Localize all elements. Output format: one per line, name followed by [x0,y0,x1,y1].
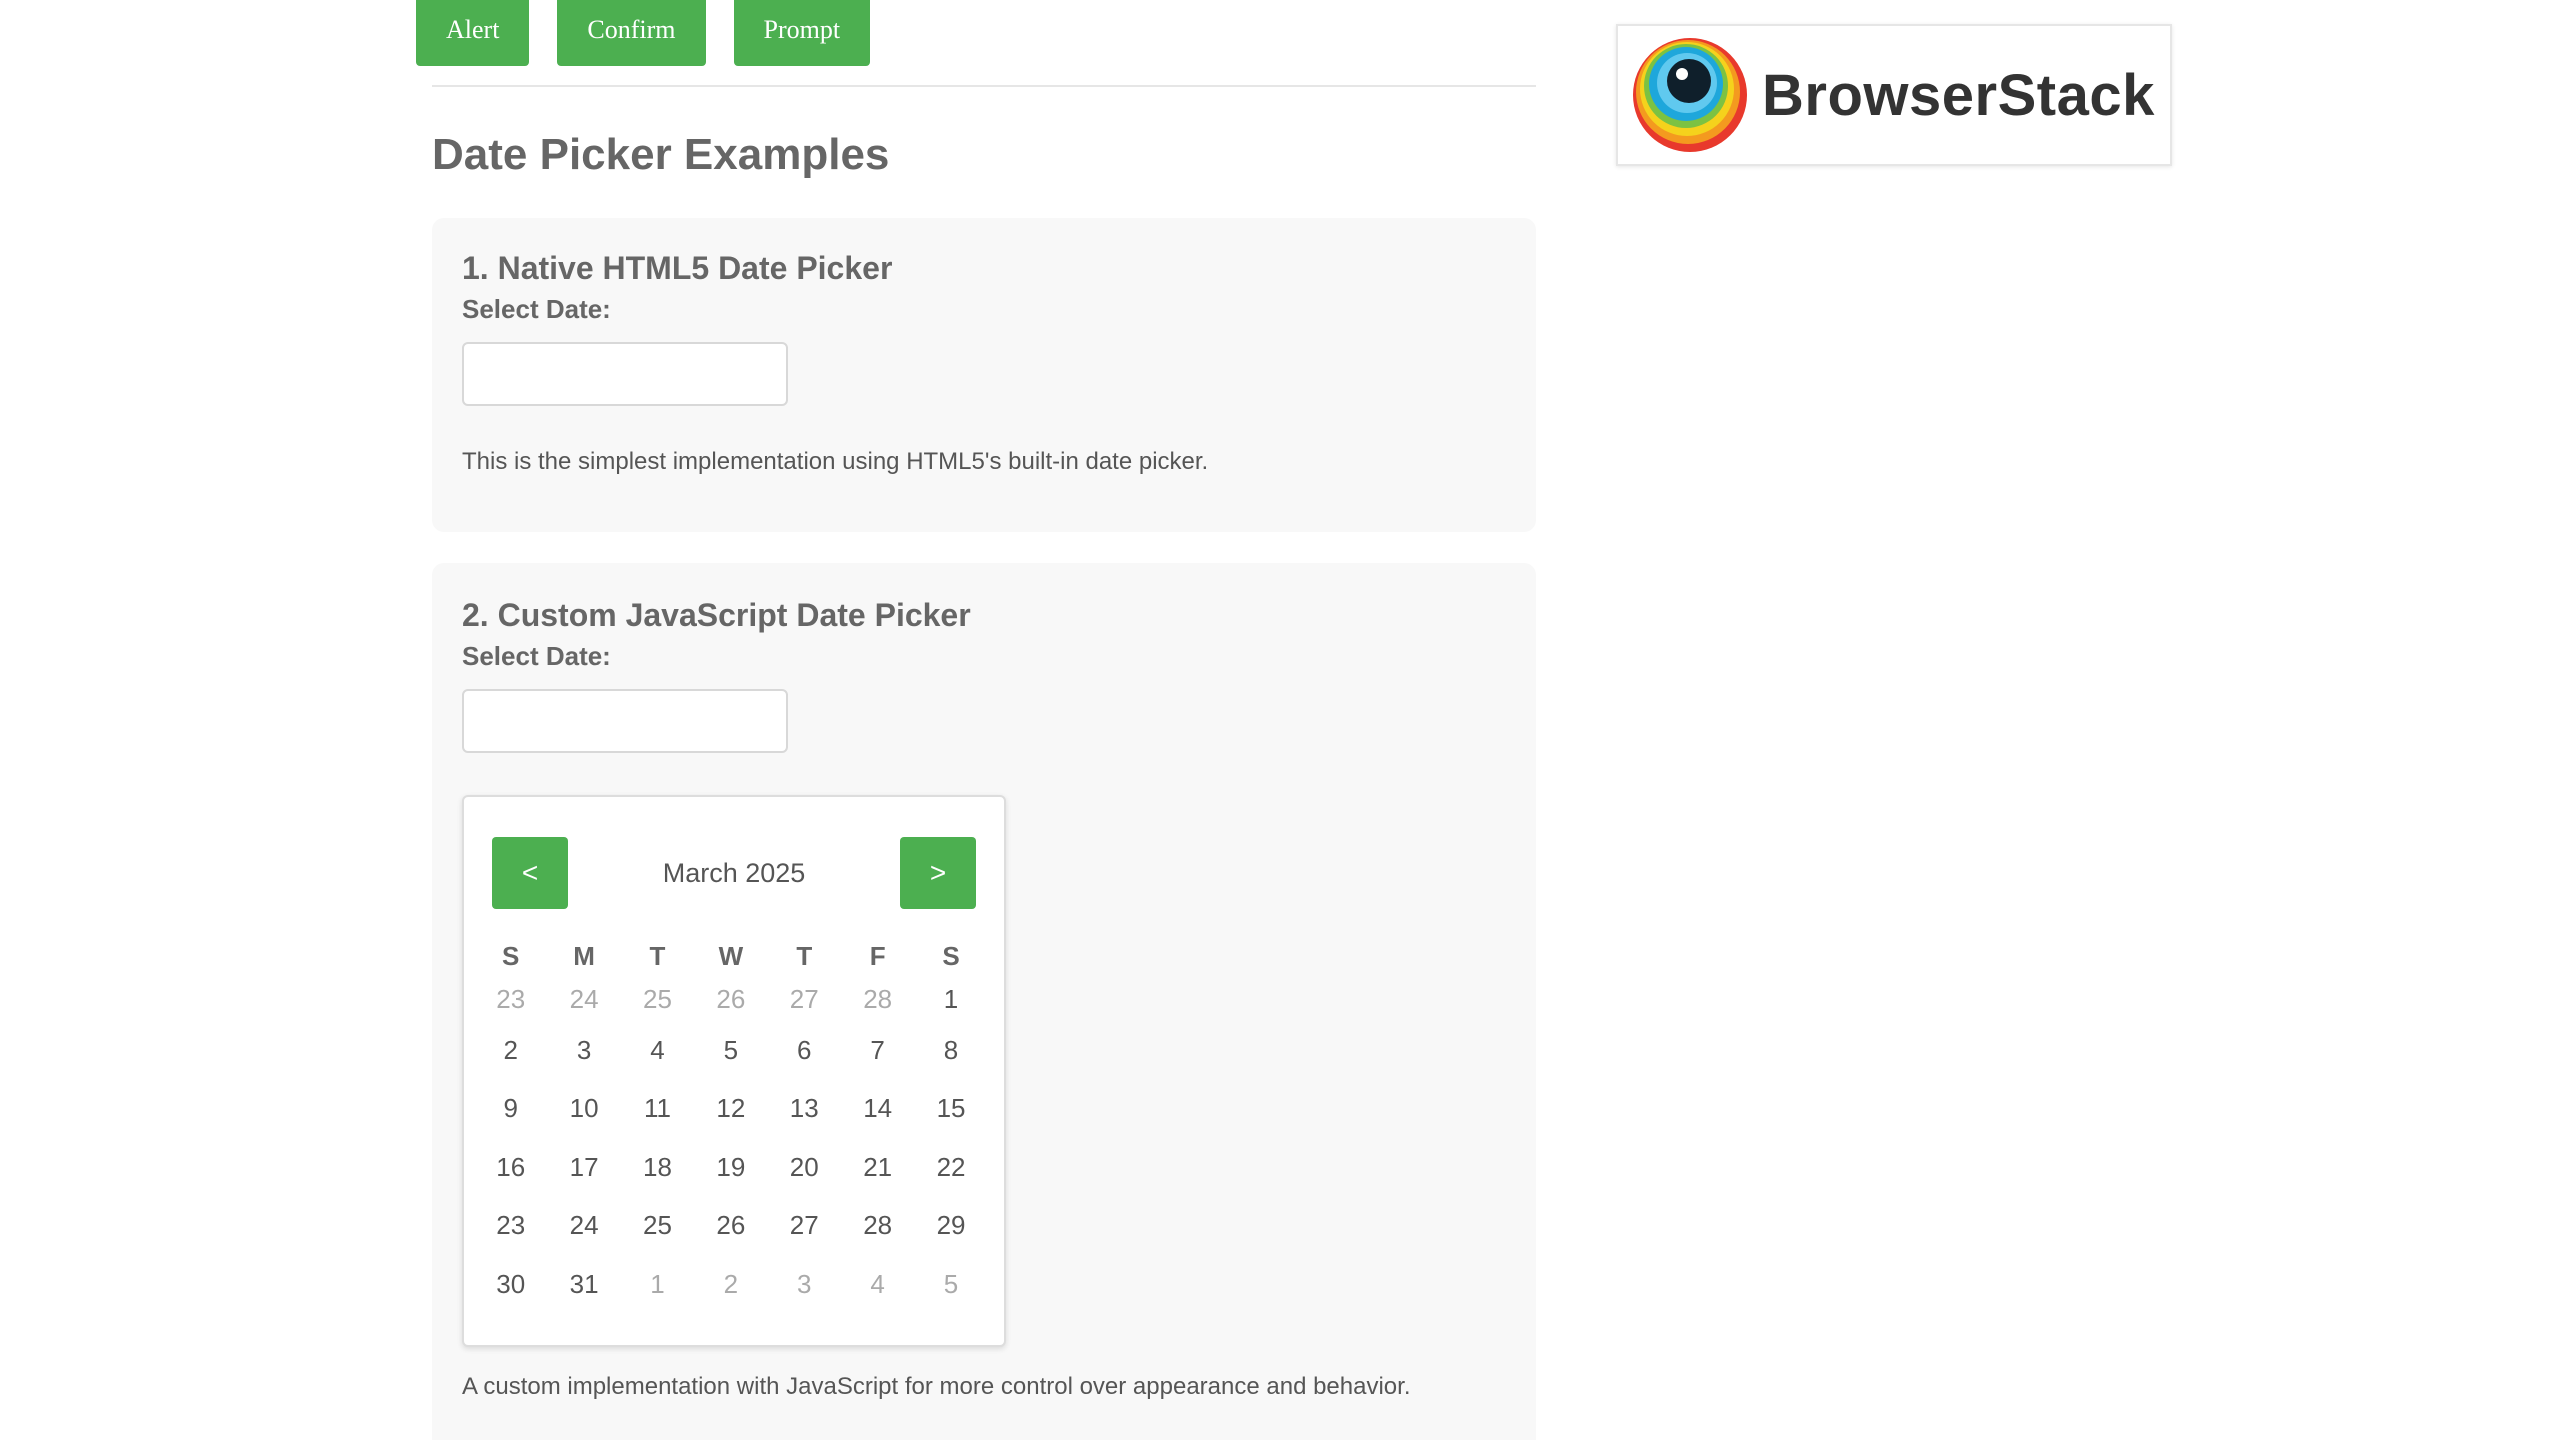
custom-date-input[interactable] [462,689,788,753]
native-date-picker-section: 1. Native HTML5 Date Picker Select Date:… [432,218,1536,532]
calendar-day[interactable]: 7 [841,1021,914,1080]
confirm-button[interactable]: Confirm [557,0,706,66]
calendar-day[interactable]: 21 [841,1138,914,1197]
calendar-weekday-header: SMTWTFS [474,935,988,977]
calendar-day-other-month[interactable]: 4 [841,1255,914,1314]
custom-date-picker-section: 2. Custom JavaScript Date Picker Select … [432,563,1536,1440]
weekday-header-cell: M [573,940,595,971]
page: Alert Confirm Prompt Date Picker Example… [0,0,2560,1440]
browserstack-logo-text: BrowserStack [1762,62,2155,128]
calendar-day[interactable]: 8 [914,1021,987,1080]
calendar-day-other-month[interactable]: 24 [547,977,620,1021]
weekday-header-cell: T [796,940,813,971]
weekday-header-cell: F [869,940,886,971]
divider [432,85,1536,87]
section-description: A custom implementation with JavaScript … [462,1373,1411,1400]
section-title: 2. Custom JavaScript Date Picker [462,597,971,633]
dialog-buttons-bar: Alert Confirm Prompt [416,0,871,66]
calendar-day-other-month[interactable]: 27 [768,977,841,1021]
calendar-day-other-month[interactable]: 25 [621,977,694,1021]
calendar-day[interactable]: 13 [768,1080,841,1139]
calendar-day[interactable]: 23 [474,1197,547,1256]
calendar-day-other-month[interactable]: 23 [474,977,547,1021]
calendar-day[interactable]: 9 [474,1080,547,1139]
alert-button[interactable]: Alert [416,0,530,66]
browserstack-logo-icon [1633,38,1747,152]
select-date-label: Select Date: [462,641,611,671]
weekday-header-cell: S [502,940,520,971]
calendar-day[interactable]: 2 [474,1021,547,1080]
calendar-day[interactable]: 19 [694,1138,767,1197]
calendar-day[interactable]: 17 [547,1138,620,1197]
calendar-day[interactable]: 15 [914,1080,987,1139]
native-date-input[interactable] [462,342,788,406]
select-date-label: Select Date: [462,294,611,324]
calendar-day[interactable]: 30 [474,1255,547,1314]
calendar-day[interactable]: 25 [621,1197,694,1256]
prompt-button[interactable]: Prompt [733,0,871,66]
calendar-day[interactable]: 18 [621,1138,694,1197]
previous-month-button[interactable]: < [492,837,568,909]
calendar-day-other-month[interactable]: 5 [914,1255,987,1314]
calendar-day[interactable]: 28 [841,1197,914,1256]
next-month-button[interactable]: > [900,837,976,909]
calendar-day[interactable]: 26 [694,1197,767,1256]
section-description: This is the simplest implementation usin… [462,448,1209,475]
weekday-header-cell: S [942,940,960,971]
calendar-day[interactable]: 31 [547,1255,620,1314]
calendar-day[interactable]: 14 [841,1080,914,1139]
calendar-day-other-month[interactable]: 26 [694,977,767,1021]
weekday-header-cell: T [649,940,666,971]
calendar-day[interactable]: 27 [768,1197,841,1256]
browserstack-logo: BrowserStack [1616,24,2172,166]
weekday-header-cell: W [718,940,744,971]
calendar-day[interactable]: 1 [914,977,987,1021]
calendar-day[interactable]: 22 [914,1138,987,1197]
calendar-day-other-month[interactable]: 2 [694,1255,767,1314]
calendar-day-other-month[interactable]: 3 [768,1255,841,1314]
calendar-day[interactable]: 10 [547,1080,620,1139]
calendar-month-label: March 2025 [662,857,806,888]
calendar-day[interactable]: 3 [547,1021,620,1080]
calendar-day[interactable]: 12 [694,1080,767,1139]
calendar-day-other-month[interactable]: 1 [621,1255,694,1314]
calendar-day[interactable]: 20 [768,1138,841,1197]
calendar-day-grid: 23 24 25 26 27 28 1 2 3 4 5 6 7 8 9 10 11 12 13 14 15 16 17 18 1… [474,977,988,1314]
page-title: Date Picker Examples [432,130,890,179]
calendar-day[interactable]: 24 [547,1197,620,1256]
section-title: 1. Native HTML5 Date Picker [462,250,893,286]
calendar-day[interactable]: 16 [474,1138,547,1197]
calendar-day-other-month[interactable]: 28 [841,977,914,1021]
calendar-popup: < March 2025 > SMTWTFS 23 24 25 26 27 28 1 2 3 4 5… [462,795,1006,1347]
calendar-day[interactable]: 11 [621,1080,694,1139]
calendar-day[interactable]: 29 [914,1197,987,1256]
calendar-day[interactable]: 4 [621,1021,694,1080]
calendar-day[interactable]: 5 [694,1021,767,1080]
calendar-day[interactable]: 6 [768,1021,841,1080]
